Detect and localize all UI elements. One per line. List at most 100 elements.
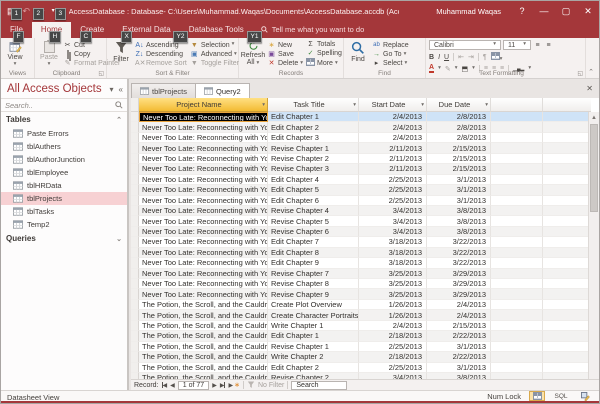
cell-due-date[interactable]: 3/1/2013 bbox=[427, 341, 491, 353]
column-dropdown-icon[interactable]: ▾ bbox=[485, 102, 488, 108]
cell-start-date[interactable]: 2/4/2013 bbox=[359, 320, 427, 332]
table-row[interactable]: The Potion, the Scroll, and the Cauldron… bbox=[131, 331, 588, 342]
row-selector[interactable] bbox=[131, 341, 139, 353]
cell-due-date[interactable]: 3/1/2013 bbox=[427, 185, 491, 196]
column-dropdown-icon[interactable]: ▾ bbox=[421, 102, 424, 108]
bold-button[interactable]: B bbox=[429, 54, 434, 61]
advanced-button[interactable]: ▣ Advanced ▾ bbox=[190, 50, 239, 58]
row-selector[interactable] bbox=[131, 174, 139, 186]
table-row[interactable]: Never Too Late: Reconnecting with You Re… bbox=[131, 205, 588, 217]
row-selector[interactable] bbox=[131, 122, 139, 133]
cell-due-date[interactable]: 3/1/2013 bbox=[427, 362, 491, 373]
column-header-due-date[interactable]: Due Date ▾ bbox=[427, 98, 491, 112]
table-row[interactable]: Never Too Late: Reconnecting with You Ed… bbox=[131, 195, 588, 206]
cell-task-title[interactable]: Edit Chapter 7 bbox=[268, 237, 359, 248]
delete-record-button[interactable]: ✕ Delete ▾ bbox=[267, 60, 303, 68]
selection-button[interactable]: ▼ Selection ▾ bbox=[190, 41, 239, 49]
cell-due-date[interactable]: 2/8/2013 bbox=[427, 122, 491, 133]
previous-record-button[interactable]: ◀ bbox=[170, 382, 175, 389]
underline-button[interactable]: U bbox=[444, 54, 449, 61]
table-row[interactable]: Never Too Late: Reconnecting with You Re… bbox=[131, 226, 588, 238]
cell-due-date[interactable]: 2/4/2013 bbox=[427, 299, 491, 311]
row-selector[interactable] bbox=[131, 132, 139, 144]
table-row[interactable]: Never Too Late: Reconnecting with You Re… bbox=[131, 153, 588, 165]
cell-due-date[interactable]: 2/4/2013 bbox=[427, 310, 491, 321]
cell-project-name[interactable]: The Potion, the Scroll, and the Cauldron bbox=[139, 299, 268, 311]
cell-project-name[interactable]: Never Too Late: Reconnecting with You bbox=[139, 122, 268, 133]
bullets-button[interactable]: ≡ bbox=[533, 40, 542, 50]
select-button[interactable]: ▸ Select ▾ bbox=[372, 60, 409, 68]
table-row[interactable]: Never Too Late: Reconnecting with You Re… bbox=[131, 268, 588, 279]
table-row[interactable]: The Potion, the Scroll, and the Cauldron… bbox=[131, 320, 588, 332]
toggle-filter-button[interactable]: ▼ Toggle Filter bbox=[190, 60, 239, 68]
cell-start-date[interactable]: 3/4/2013 bbox=[359, 226, 427, 238]
cell-project-name[interactable]: Never Too Late: Reconnecting with You bbox=[139, 195, 268, 206]
cell-start-date[interactable]: 2/25/2013 bbox=[359, 174, 427, 186]
row-selector[interactable] bbox=[131, 216, 139, 227]
scroll-up-icon[interactable]: ▲ bbox=[589, 112, 599, 123]
table-row[interactable]: The Potion, the Scroll, and the Cauldron… bbox=[131, 299, 588, 311]
row-selector[interactable] bbox=[131, 352, 139, 363]
vertical-scrollbar[interactable]: ▲ bbox=[588, 112, 599, 379]
cell-due-date[interactable]: 3/29/2013 bbox=[427, 279, 491, 290]
cell-project-name[interactable]: Never Too Late: Reconnecting with You bbox=[139, 258, 268, 269]
new-blank-record-button[interactable]: ▶ ∗ bbox=[228, 381, 240, 389]
remove-sort-button[interactable]: A✕ Remove Sort bbox=[135, 60, 187, 68]
cell-task-title[interactable]: Edit Chapter 9 bbox=[268, 258, 359, 269]
next-record-button[interactable]: ▶ bbox=[212, 382, 217, 389]
close-button[interactable]: ✕ bbox=[577, 6, 599, 17]
cell-due-date[interactable]: 3/22/2013 bbox=[427, 258, 491, 269]
cell-start-date[interactable]: 3/25/2013 bbox=[359, 279, 427, 290]
decrease-indent-button[interactable]: ⇤ bbox=[458, 53, 464, 61]
table-row[interactable]: The Potion, the Scroll, and the Cauldron… bbox=[131, 310, 588, 321]
cell-due-date[interactable]: 2/8/2013 bbox=[427, 132, 491, 144]
shutter-bar-close-icon[interactable]: « bbox=[119, 85, 123, 94]
cell-project-name[interactable]: The Potion, the Scroll, and the Cauldron bbox=[139, 362, 268, 373]
cell-project-name[interactable]: The Potion, the Scroll, and the Cauldron bbox=[139, 320, 268, 332]
table-row[interactable]: Never Too Late: Reconnecting with You Ed… bbox=[131, 112, 588, 123]
document-tab[interactable]: tblProjects bbox=[131, 83, 197, 98]
cell-start-date[interactable]: 3/18/2013 bbox=[359, 258, 427, 269]
cell-task-title[interactable]: Revise Chapter 6 bbox=[268, 226, 359, 238]
ribbon-tab[interactable]: Database Tools bbox=[180, 22, 253, 38]
row-selector[interactable] bbox=[131, 247, 139, 259]
row-selector[interactable] bbox=[131, 331, 139, 342]
cell-project-name[interactable]: Never Too Late: Reconnecting with You bbox=[139, 174, 268, 186]
scrollbar-thumb[interactable] bbox=[590, 124, 598, 212]
cell-due-date[interactable]: 2/15/2013 bbox=[427, 143, 491, 154]
cell-task-title[interactable]: Edit Chapter 6 bbox=[268, 195, 359, 206]
row-selector[interactable] bbox=[131, 299, 139, 311]
nav-group-tables[interactable]: Tables ⌃ bbox=[1, 112, 127, 127]
row-selector[interactable] bbox=[131, 237, 139, 248]
spelling-button[interactable]: ✓ Spelling bbox=[306, 50, 342, 58]
cell-due-date[interactable]: 3/8/2013 bbox=[427, 205, 491, 217]
row-selector[interactable] bbox=[131, 195, 139, 206]
cell-project-name[interactable]: The Potion, the Scroll, and the Cauldron bbox=[139, 341, 268, 353]
tell-me-box[interactable]: Tell me what you want to do bbox=[253, 22, 373, 38]
cell-task-title[interactable]: Revise Chapter 2 bbox=[268, 153, 359, 165]
help-button[interactable]: ? bbox=[511, 6, 533, 16]
cell-project-name[interactable]: Never Too Late: Reconnecting with You bbox=[139, 164, 268, 175]
cell-start-date[interactable]: 3/18/2013 bbox=[359, 237, 427, 248]
column-header-start-date[interactable]: Start Date ▾ bbox=[359, 98, 427, 112]
row-selector[interactable] bbox=[131, 320, 139, 332]
cell-due-date[interactable]: 2/15/2013 bbox=[427, 153, 491, 165]
first-record-button[interactable]: ◀ bbox=[161, 382, 167, 389]
replace-button[interactable]: ab Replace bbox=[372, 41, 409, 49]
cell-project-name[interactable]: Never Too Late: Reconnecting with You bbox=[139, 112, 268, 123]
cell-task-title[interactable]: Revise Chapter 4 bbox=[268, 205, 359, 217]
cell-project-name[interactable]: The Potion, the Scroll, and the Cauldron bbox=[139, 331, 268, 342]
row-selector[interactable] bbox=[131, 153, 139, 165]
cell-start-date[interactable]: 2/11/2013 bbox=[359, 153, 427, 165]
column-dropdown-icon[interactable]: ▾ bbox=[353, 102, 356, 108]
cell-project-name[interactable]: The Potion, the Scroll, and the Cauldron bbox=[139, 352, 268, 363]
cell-task-title[interactable]: Edit Chapter 5 bbox=[268, 185, 359, 196]
table-row[interactable]: Never Too Late: Reconnecting with You Re… bbox=[131, 164, 588, 175]
cell-start-date[interactable]: 2/4/2013 bbox=[359, 132, 427, 144]
row-selector[interactable] bbox=[131, 310, 139, 321]
cell-task-title[interactable]: Revise Chapter 1 bbox=[268, 143, 359, 154]
column-header-project-name[interactable]: Project Name ▾ bbox=[139, 98, 268, 112]
cell-task-title[interactable]: Edit Chapter 8 bbox=[268, 247, 359, 259]
cell-task-title[interactable]: Write Chapter 2 bbox=[268, 352, 359, 363]
sql-view-button[interactable]: SQL bbox=[553, 391, 569, 401]
